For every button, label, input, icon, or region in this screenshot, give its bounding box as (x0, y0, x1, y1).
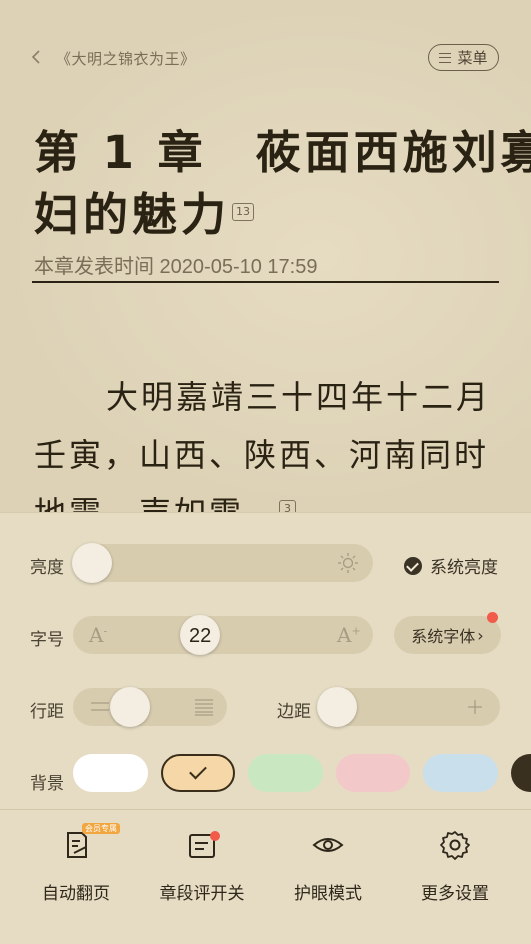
check-icon (404, 556, 422, 575)
font-larger-icon[interactable]: A+ (337, 623, 361, 647)
bg-swatch-white[interactable] (73, 754, 148, 792)
vip-badge: 会员专属 (82, 823, 120, 834)
background-label: 背景 (30, 774, 64, 794)
chapter-title-line1: 第 1 章 莜面西施刘寡 (34, 126, 531, 179)
margin-slider[interactable] (317, 687, 500, 727)
chapter-date: 本章发表时间 2020-05-10 17:59 (34, 256, 318, 278)
bg-swatch-green[interactable] (248, 754, 323, 792)
font-smaller-icon[interactable]: A- (89, 623, 107, 647)
reading-settings-panel: 亮度 系统亮度 字号 A- 22 A+ 系统字体 › 行距 边距 背景 会员专属… (0, 512, 531, 944)
line-spacing-loose-icon (195, 699, 213, 716)
chapter-body: 大明嘉靖三十四年十二月壬寅，山西、陕西、河南同时地震，声如雷。3 (34, 368, 504, 512)
sun-icon (338, 553, 358, 573)
line-spacing-label: 行距 (30, 702, 64, 722)
line-spacing-knob[interactable] (110, 687, 150, 727)
bg-swatch-blue[interactable] (423, 754, 498, 792)
system-font-label: 系统字体 (411, 627, 476, 646)
brightness-label: 亮度 (30, 558, 64, 578)
system-brightness-toggle[interactable]: 系统亮度 (404, 553, 498, 578)
chapter-title-line2: 妇的魅力 (34, 188, 231, 241)
book-title: 《大明之锦衣为王》 (56, 50, 196, 68)
notification-dot (487, 612, 498, 623)
notification-dot (210, 831, 220, 841)
bg-swatch-pink[interactable] (336, 754, 410, 792)
bg-swatch-tan[interactable] (161, 754, 235, 792)
menu-icon (439, 52, 452, 63)
brightness-knob[interactable] (72, 543, 112, 583)
brightness-slider[interactable] (72, 543, 373, 583)
gear-icon (439, 829, 471, 861)
more-settings-button[interactable]: 更多设置 (400, 829, 510, 904)
menu-button[interactable]: 菜单 (428, 44, 499, 71)
reader-page[interactable]: 《大明之锦衣为王》 菜单 第 1 章 莜面西施刘寡 妇的魅力 13 本章发表时间 … (0, 0, 531, 512)
eye-icon (312, 829, 344, 861)
line-spacing-tight-icon (91, 702, 109, 711)
top-bar: 《大明之锦衣为王》 菜单 (0, 40, 531, 76)
plus-icon (468, 700, 482, 714)
panel-divider (0, 809, 531, 810)
margin-label: 边距 (277, 702, 311, 722)
margin-knob[interactable] (317, 687, 357, 727)
chevron-right-icon: › (477, 625, 484, 645)
auto-page-icon: 会员专属 (60, 823, 120, 861)
system-font-button[interactable]: 系统字体 › (394, 616, 501, 654)
font-size-label: 字号 (30, 630, 64, 650)
auto-page-button[interactable]: 会员专属 自动翻页 (21, 823, 131, 904)
eye-mode-label: 护眼模式 (294, 884, 362, 904)
comment-switch-button[interactable]: 章段评开关 (147, 829, 257, 904)
title-comment-badge[interactable]: 13 (232, 203, 255, 221)
font-size-slider[interactable]: A- 22 A+ (73, 615, 373, 655)
title-divider (32, 281, 499, 283)
comment-icon (186, 829, 220, 861)
check-icon (189, 761, 207, 780)
font-size-value: 22 (189, 625, 212, 647)
line-spacing-slider[interactable] (73, 687, 227, 727)
system-brightness-label: 系统亮度 (430, 558, 498, 578)
chapter-title: 第 1 章 莜面西施刘寡 妇的魅力 13 (34, 122, 531, 246)
paragraph-text: 大明嘉靖三十四年十二月壬寅，山西、陕西、河南同时地震，声如雷。 (34, 378, 492, 512)
bg-swatch-dark[interactable] (511, 754, 531, 792)
comment-switch-label: 章段评开关 (159, 884, 245, 904)
paragraph-comment-badge[interactable]: 3 (279, 500, 297, 512)
auto-page-label: 自动翻页 (42, 884, 110, 904)
more-settings-label: 更多设置 (421, 884, 489, 904)
chevron-left-icon[interactable] (28, 48, 46, 66)
eye-mode-button[interactable]: 护眼模式 (273, 829, 383, 904)
menu-label: 菜单 (457, 49, 488, 67)
